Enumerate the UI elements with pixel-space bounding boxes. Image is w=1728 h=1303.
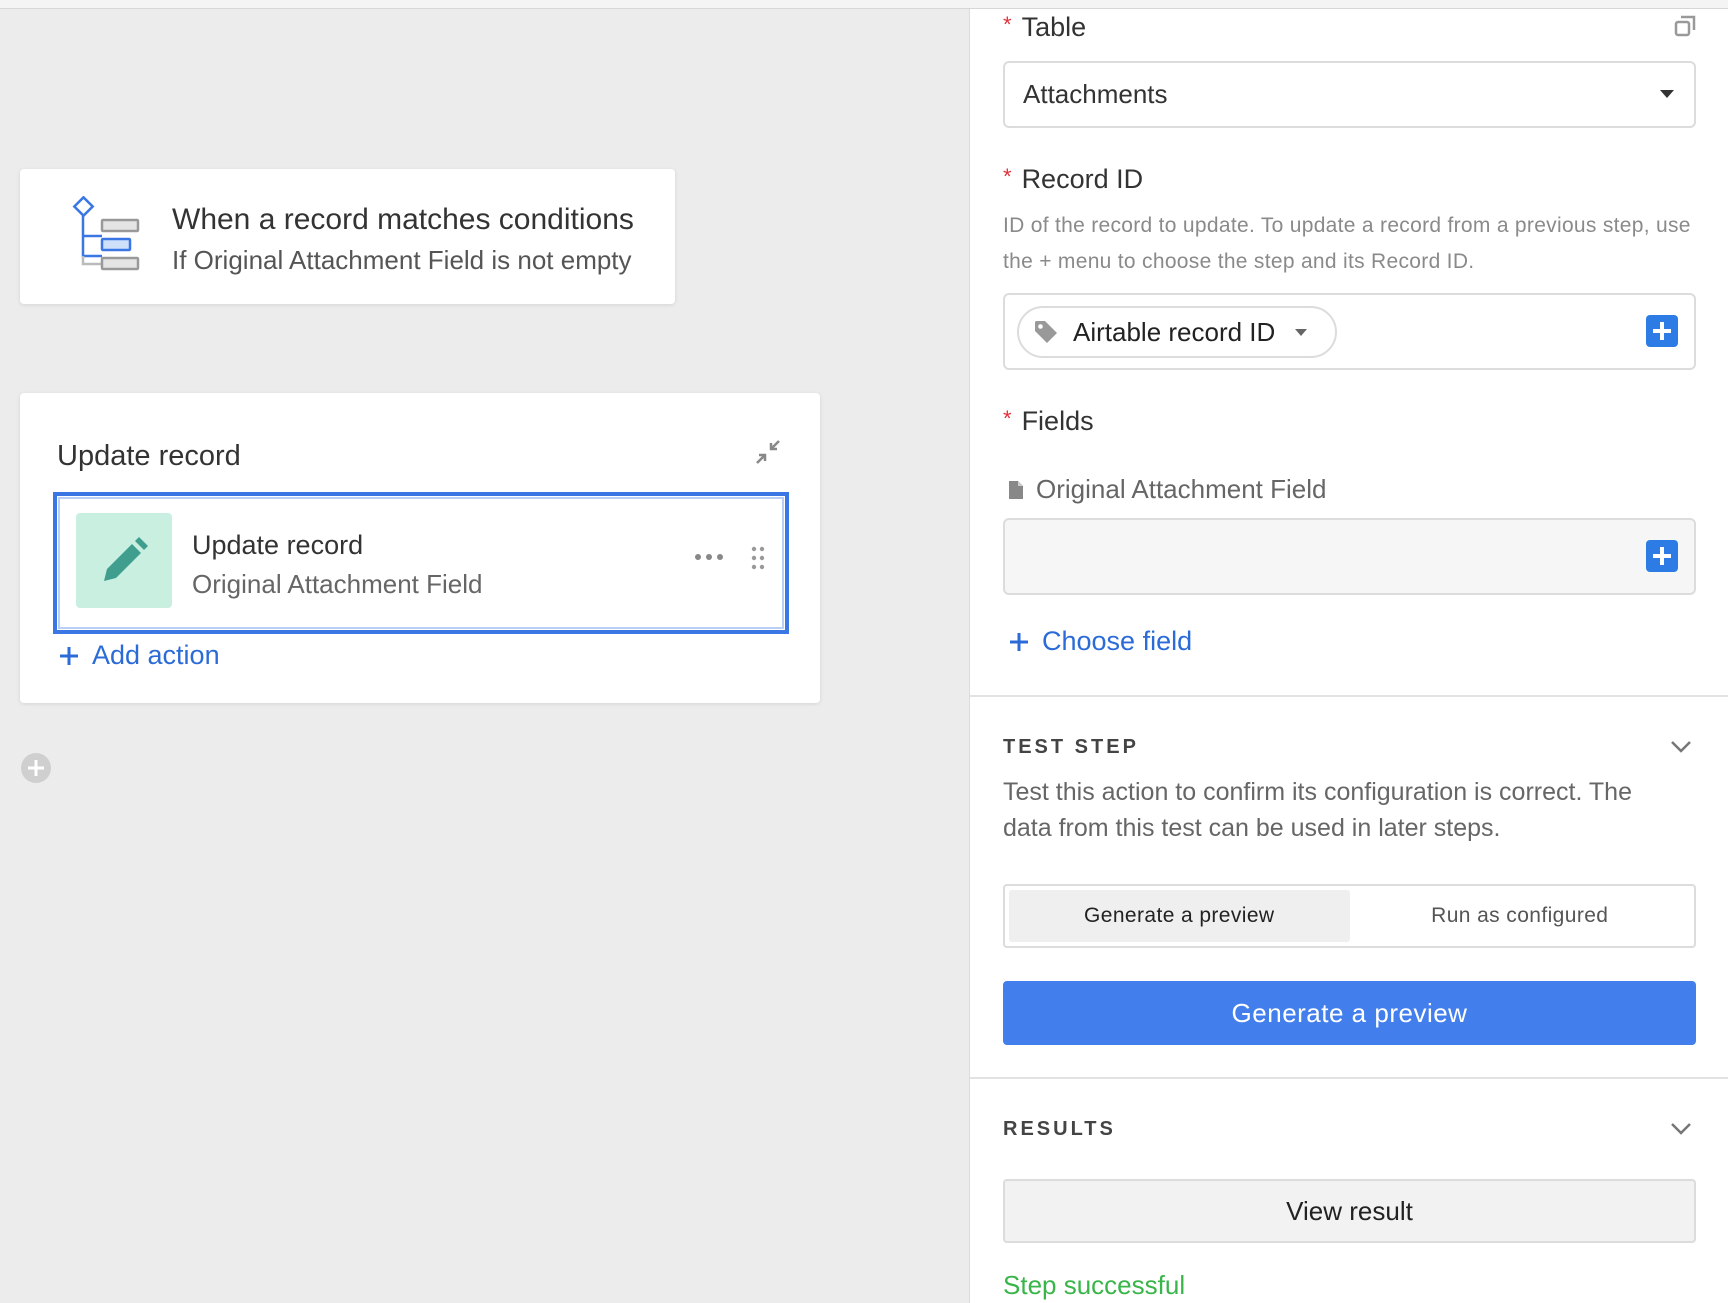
- test-step-description: Test this action to confirm its configur…: [1003, 778, 1632, 842]
- test-mode-toggle: Generate a preview Run as configured: [1003, 884, 1696, 948]
- required-asterisk: *: [1003, 405, 1012, 431]
- action-title: Update record: [192, 530, 364, 560]
- conditions-tree-icon: [72, 196, 140, 271]
- action-icon-box: [76, 513, 172, 608]
- required-asterisk: *: [1003, 11, 1012, 37]
- option-run-as-configured[interactable]: Run as configured: [1350, 890, 1691, 942]
- table-select[interactable]: Attachments: [1003, 61, 1696, 128]
- insert-variable-button[interactable]: [1646, 540, 1678, 572]
- action-item-update-record[interactable]: Update record Original Attachment Field: [53, 492, 789, 634]
- generate-preview-button[interactable]: Generate a preview: [1003, 981, 1696, 1045]
- add-action-button[interactable]: Add action: [58, 640, 220, 671]
- pencil-icon: [104, 536, 148, 581]
- record-id-help: ID of the record to update. To update a …: [1003, 214, 1691, 273]
- record-id-token-label: Airtable record ID: [1073, 316, 1276, 347]
- record-id-label: * Record ID: [1003, 164, 1143, 195]
- status-text: Step successful: [1003, 1270, 1186, 1300]
- divider: [970, 695, 1728, 697]
- results-title: RESULTS: [1003, 1118, 1116, 1140]
- automation-canvas: When a record matches conditions If Orig…: [0, 9, 969, 1303]
- view-result-button[interactable]: View result: [1003, 1179, 1696, 1243]
- insert-variable-button[interactable]: [1646, 315, 1678, 347]
- plus-icon: [60, 646, 78, 665]
- chevron-down-icon[interactable]: [1670, 1122, 1692, 1136]
- choose-field-label: Choose field: [1042, 626, 1193, 656]
- test-step-title: TEST STEP: [1003, 736, 1139, 758]
- field-name-label: Original Attachment Field: [1008, 474, 1326, 505]
- required-asterisk: *: [1003, 163, 1012, 189]
- add-step-icon[interactable]: [20, 752, 52, 784]
- option-generate-preview[interactable]: Generate a preview: [1009, 890, 1350, 942]
- fields-label-text: Fields: [1021, 406, 1094, 436]
- field-name-text: Original Attachment Field: [1036, 474, 1327, 504]
- plus-icon: [1010, 632, 1028, 651]
- trigger-card[interactable]: When a record matches conditions If Orig…: [20, 169, 675, 304]
- action-group-card: Update record Update record Original Att…: [20, 393, 820, 703]
- field-value-input[interactable]: [1003, 518, 1696, 595]
- table-label: * Table: [1003, 12, 1086, 43]
- add-action-label: Add action: [92, 640, 220, 670]
- more-options-icon[interactable]: [694, 552, 724, 562]
- drag-handle-icon[interactable]: [750, 546, 766, 570]
- trigger-subtitle: If Original Attachment Field is not empt…: [172, 245, 632, 275]
- record-id-label-text: Record ID: [1021, 164, 1144, 194]
- record-id-input[interactable]: Airtable record ID: [1003, 293, 1696, 370]
- dropdown-caret-icon: [1660, 90, 1674, 98]
- action-subtitle: Original Attachment Field: [192, 569, 483, 599]
- chevron-down-icon[interactable]: [1670, 740, 1692, 754]
- table-select-value: Attachments: [1023, 79, 1168, 109]
- tag-icon: [1035, 321, 1057, 343]
- config-panel: * Table Attachments * Record ID ID of th…: [969, 9, 1728, 1303]
- collapse-icon[interactable]: [753, 437, 783, 467]
- fields-label: * Fields: [1003, 406, 1094, 437]
- expand-icon[interactable]: [1674, 15, 1696, 37]
- table-label-text: Table: [1021, 12, 1087, 42]
- attachment-file-icon: [1009, 480, 1023, 499]
- record-id-token[interactable]: Airtable record ID: [1017, 306, 1337, 358]
- action-group-title: Update record: [57, 440, 241, 472]
- chevron-down-icon: [1295, 328, 1308, 336]
- trigger-title: When a record matches conditions: [172, 203, 634, 236]
- choose-field-button[interactable]: Choose field: [1008, 626, 1192, 657]
- divider: [970, 1077, 1728, 1079]
- top-bar: [0, 0, 1728, 9]
